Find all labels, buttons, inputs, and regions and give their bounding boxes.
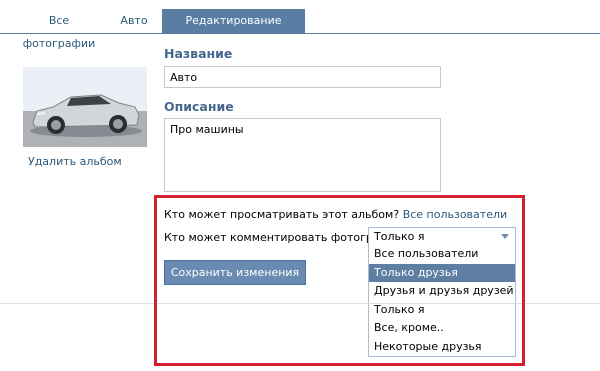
- dropdown-option-all-users[interactable]: Все пользователи: [369, 245, 515, 264]
- save-changes-button[interactable]: Сохранить изменения: [164, 260, 306, 285]
- chevron-down-icon: [501, 234, 509, 239]
- tab-divider: [0, 33, 600, 34]
- comment-permission-select[interactable]: Только я: [368, 227, 516, 246]
- album-cover-image: [23, 67, 147, 147]
- tab-edit-album[interactable]: Редактирование альбома: [162, 9, 305, 50]
- comment-permission-dropdown: Все пользователи Только друзья Друзья и …: [368, 245, 516, 357]
- view-permission-question: Кто может просматривать этот альбом?: [164, 208, 400, 221]
- view-permission-link[interactable]: Все пользователи: [403, 208, 507, 221]
- delete-album-link[interactable]: Удалить альбом: [28, 155, 122, 168]
- car-image: [23, 67, 147, 147]
- content-divider: [0, 303, 600, 304]
- tab-bar: Все фотографии Авто Редактирование альбо…: [0, 0, 600, 50]
- description-label: Описание: [164, 99, 234, 114]
- name-label: Название: [164, 46, 233, 61]
- album-name-input[interactable]: [164, 66, 441, 88]
- comment-permission-value: Только я: [374, 230, 425, 243]
- album-description-textarea[interactable]: Про машины: [164, 118, 441, 192]
- dropdown-option-friends-only[interactable]: Только друзья: [369, 263, 515, 283]
- dropdown-option-friends-of-friends[interactable]: Друзья и друзья друзей: [369, 282, 515, 301]
- dropdown-option-all-except[interactable]: Все, кроме..: [369, 319, 515, 338]
- dropdown-option-some-friends[interactable]: Некоторые друзья: [369, 338, 515, 357]
- view-permission-row: Кто может просматривать этот альбом? Все…: [164, 208, 507, 221]
- tab-album-auto[interactable]: Авто: [114, 9, 154, 34]
- tab-all-photos[interactable]: Все фотографии: [13, 9, 105, 50]
